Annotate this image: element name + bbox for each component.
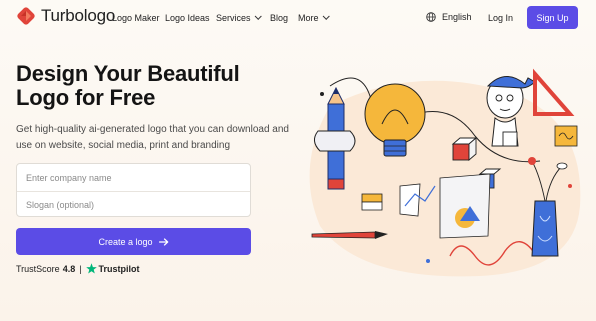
nav-services[interactable]: Services — [216, 12, 262, 23]
hero-illustration — [309, 68, 581, 277]
nav-logo-ideas[interactable]: Logo Ideas — [165, 13, 210, 23]
turbologo-mark-icon — [17, 7, 35, 25]
login-link[interactable]: Log In — [488, 13, 513, 23]
globe-icon — [426, 12, 436, 22]
nav-more[interactable]: More — [298, 12, 330, 23]
chevron-down-icon — [322, 12, 330, 20]
headline-line-2: Logo for Free — [16, 85, 156, 110]
nav-blog[interactable]: Blog — [270, 13, 288, 23]
cube-icon — [502, 131, 518, 147]
slogan-input[interactable] — [17, 191, 250, 218]
cube-icon — [451, 137, 478, 161]
hero-headline: Design Your Beautiful Logo for Free — [16, 62, 276, 110]
language-label: English — [442, 12, 472, 22]
chevron-down-icon — [254, 12, 262, 20]
trustpilot-wordmark: Trustpilot — [98, 263, 140, 274]
top-nav: Turbologo Logo Maker Logo Ideas Services… — [0, 0, 596, 36]
trust-score: 4.8 — [62, 263, 76, 274]
trustpilot-rating[interactable]: TrustScore 4.8 | Trustpilot — [16, 263, 140, 274]
language-selector[interactable]: English — [426, 12, 472, 22]
brand-name: Turbologo — [41, 6, 116, 25]
logo-form — [16, 163, 251, 218]
arrow-right-icon — [158, 237, 168, 246]
nav-more-label: More — [298, 13, 319, 23]
nav-services-label: Services — [216, 13, 251, 23]
trust-separator: | — [79, 263, 82, 274]
signup-button[interactable]: Sign Up — [527, 6, 578, 29]
hero-subtitle: Get high-quality ai-generated logo that … — [16, 124, 289, 151]
headline-line-1: Design Your Beautiful — [16, 61, 240, 86]
nav-logo-maker[interactable]: Logo Maker — [112, 13, 160, 23]
brand-logo[interactable]: Turbologo — [16, 6, 115, 26]
create-logo-label: Create a logo — [98, 236, 153, 247]
company-name-input[interactable] — [17, 164, 250, 191]
trust-label: TrustScore — [16, 263, 60, 274]
create-logo-button[interactable]: Create a logo — [16, 228, 251, 255]
star-icon — [85, 263, 97, 274]
